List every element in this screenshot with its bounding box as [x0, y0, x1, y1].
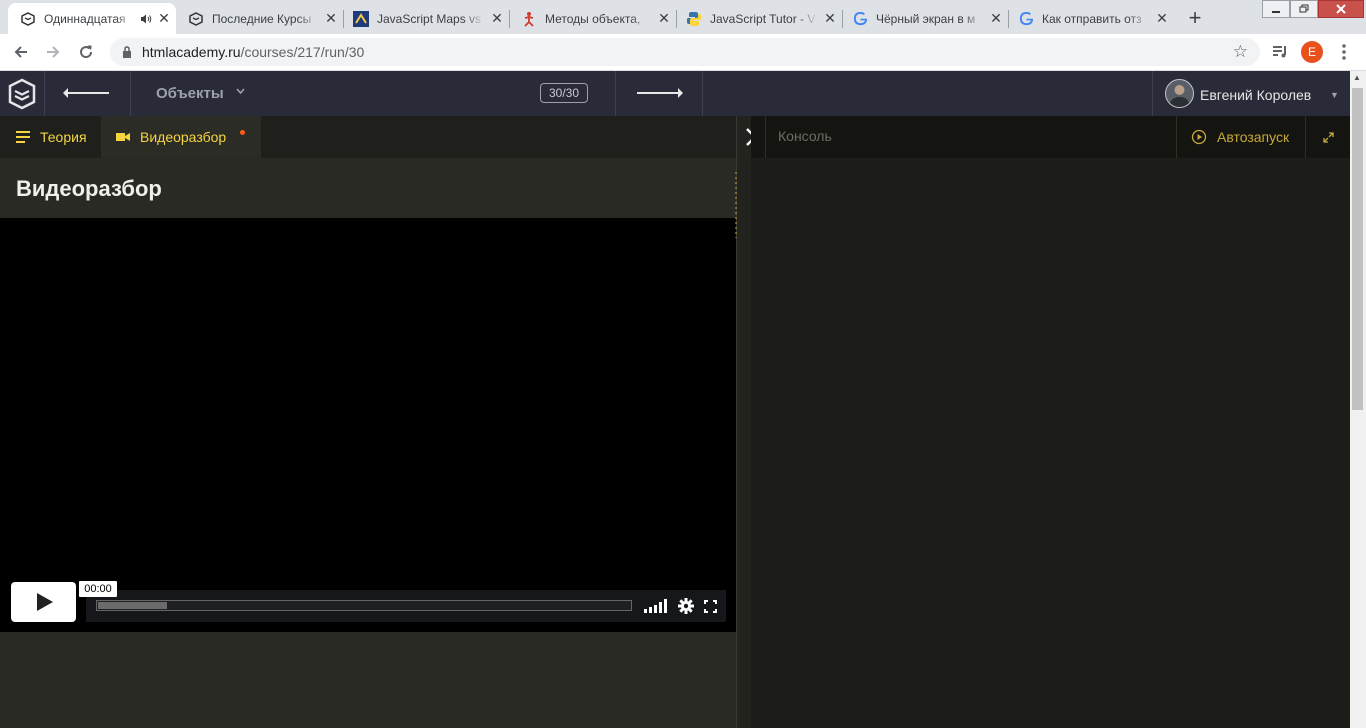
- code-icon: [353, 10, 369, 27]
- htmlacademy-icon: [188, 11, 204, 27]
- splitter-grip-icon: [735, 172, 737, 238]
- menu-icon: [16, 131, 30, 143]
- browser-tab-strip: Одиннадцатая ✕ Последние Курсы ✕ JavaScr…: [0, 0, 1366, 34]
- profile-avatar[interactable]: E: [1301, 41, 1323, 63]
- menu-dots-icon[interactable]: [1332, 40, 1356, 64]
- tab-title: Последние Курсы: [212, 11, 312, 26]
- browser-tab[interactable]: JavaScript Maps vs ✕: [343, 3, 509, 34]
- browser-toolbar: htmlacademy.ru/courses/217/run/30 ☆: [0, 34, 1366, 71]
- header-divider: [44, 71, 45, 116]
- forward-icon[interactable]: [41, 40, 65, 64]
- console-body[interactable]: [751, 158, 1350, 728]
- video-time: 00:00: [79, 581, 117, 597]
- video-progress-bar[interactable]: [96, 600, 632, 611]
- autorun-label: Автозапуск: [1217, 129, 1290, 145]
- browser-tab[interactable]: JavaScript Tutor - V ✕: [676, 3, 842, 34]
- site-header: Объекты 30/30: [0, 71, 1350, 116]
- tab-title: JavaScript Tutor - V: [710, 11, 816, 26]
- tab-title: JavaScript Maps vs: [377, 11, 482, 26]
- new-tab-button[interactable]: +: [1181, 4, 1209, 32]
- speaker-icon[interactable]: [138, 11, 154, 27]
- htmlacademy-logo-icon[interactable]: [8, 78, 36, 110]
- window-close-icon[interactable]: [1318, 0, 1364, 18]
- tab-theory-label: Теория: [40, 129, 87, 145]
- reload-icon[interactable]: [74, 40, 98, 64]
- bookmark-star-icon[interactable]: ☆: [1233, 42, 1248, 62]
- browser-tab[interactable]: Методы объекта, ✕: [509, 3, 676, 34]
- browser-tab[interactable]: Чёрный экран в м ✕: [842, 3, 1008, 34]
- tab-close-icon[interactable]: ✕: [822, 10, 838, 27]
- left-panel-tabs: Теория Видеоразбор: [0, 116, 736, 158]
- tab-theory[interactable]: Теория: [0, 116, 100, 158]
- lock-icon: [123, 46, 131, 58]
- next-lesson-arrow-icon[interactable]: [637, 88, 683, 98]
- tab-close-icon[interactable]: ✕: [1154, 10, 1170, 27]
- prev-lesson-arrow-icon[interactable]: [63, 88, 109, 98]
- header-divider: [702, 71, 703, 116]
- video-buffer-bar: [98, 602, 167, 609]
- settings-gear-icon[interactable]: [677, 597, 695, 615]
- maximize-icon[interactable]: [1290, 0, 1318, 18]
- fullscreen-icon[interactable]: [702, 598, 718, 614]
- window-controls: [1262, 0, 1364, 20]
- header-divider: [1152, 71, 1153, 116]
- google-icon: [1018, 11, 1034, 27]
- header-divider: [765, 116, 766, 158]
- tab-video-review[interactable]: Видеоразбор: [101, 116, 261, 158]
- minimize-icon[interactable]: [1262, 0, 1290, 18]
- google-icon: [852, 11, 868, 27]
- tab-close-icon[interactable]: ✕: [656, 10, 672, 27]
- tab-close-icon[interactable]: ✕: [489, 10, 505, 27]
- browser-tab[interactable]: Как отправить отз ✕: [1008, 3, 1174, 34]
- tab-close-icon[interactable]: ✕: [156, 10, 172, 27]
- browser-tab[interactable]: Одиннадцатая ✕: [8, 3, 176, 34]
- header-divider: [615, 71, 616, 116]
- autorun-button[interactable]: Автозапуск: [1191, 127, 1289, 147]
- scrollbar-thumb[interactable]: [1352, 88, 1363, 410]
- notification-dot: [240, 130, 245, 135]
- header-divider: [1176, 116, 1177, 158]
- figure-icon: [521, 11, 537, 27]
- header-divider: [1305, 116, 1306, 158]
- htmlacademy-icon: [20, 11, 36, 27]
- tab-title: Методы объекта,: [545, 11, 641, 26]
- back-icon[interactable]: [9, 40, 33, 64]
- header-divider: [130, 71, 131, 116]
- play-icon: [36, 593, 53, 611]
- video-player[interactable]: [0, 218, 736, 632]
- url-host: htmlacademy.ru: [142, 44, 241, 60]
- user-avatar[interactable]: [1165, 79, 1194, 108]
- volume-icon[interactable]: [643, 598, 669, 614]
- tab-video-review-label: Видеоразбор: [140, 129, 227, 145]
- browser-tab[interactable]: Последние Курсы ✕: [176, 3, 343, 34]
- play-circle-icon: [1191, 129, 1207, 145]
- chevron-down-icon[interactable]: [236, 85, 245, 97]
- tab-close-icon[interactable]: ✕: [988, 10, 1004, 27]
- lesson-counter: 30/30: [540, 83, 588, 103]
- url-text: htmlacademy.ru/courses/217/run/30: [142, 44, 364, 60]
- play-button[interactable]: [11, 582, 76, 622]
- console-label[interactable]: Консоль: [778, 128, 832, 144]
- python-icon: [686, 11, 702, 27]
- page-title: Видеоразбор: [16, 176, 162, 201]
- tab-title: Одиннадцатая: [44, 11, 126, 26]
- tab-title: Чёрный экран в м: [876, 11, 976, 26]
- url-path: /courses/217/run/30: [240, 44, 365, 60]
- left-panel-footer: [0, 632, 736, 728]
- user-name[interactable]: Евгений Королев: [1200, 87, 1311, 103]
- user-menu-chevron-icon[interactable]: ▼: [1330, 90, 1339, 100]
- scroll-up-icon[interactable]: ▲: [1353, 73, 1361, 82]
- media-control-icon[interactable]: [1268, 40, 1292, 64]
- left-panel-title-area: Видеоразбор: [0, 158, 736, 218]
- panel-splitter[interactable]: [735, 116, 751, 728]
- address-bar[interactable]: htmlacademy.ru/courses/217/run/30 ☆: [110, 38, 1260, 66]
- tab-title: Как отправить отз: [1042, 11, 1142, 26]
- section-title[interactable]: Объекты: [156, 85, 224, 102]
- expand-icon[interactable]: [1320, 129, 1336, 145]
- tab-close-icon[interactable]: ✕: [323, 10, 339, 27]
- video-camera-icon: [116, 132, 130, 142]
